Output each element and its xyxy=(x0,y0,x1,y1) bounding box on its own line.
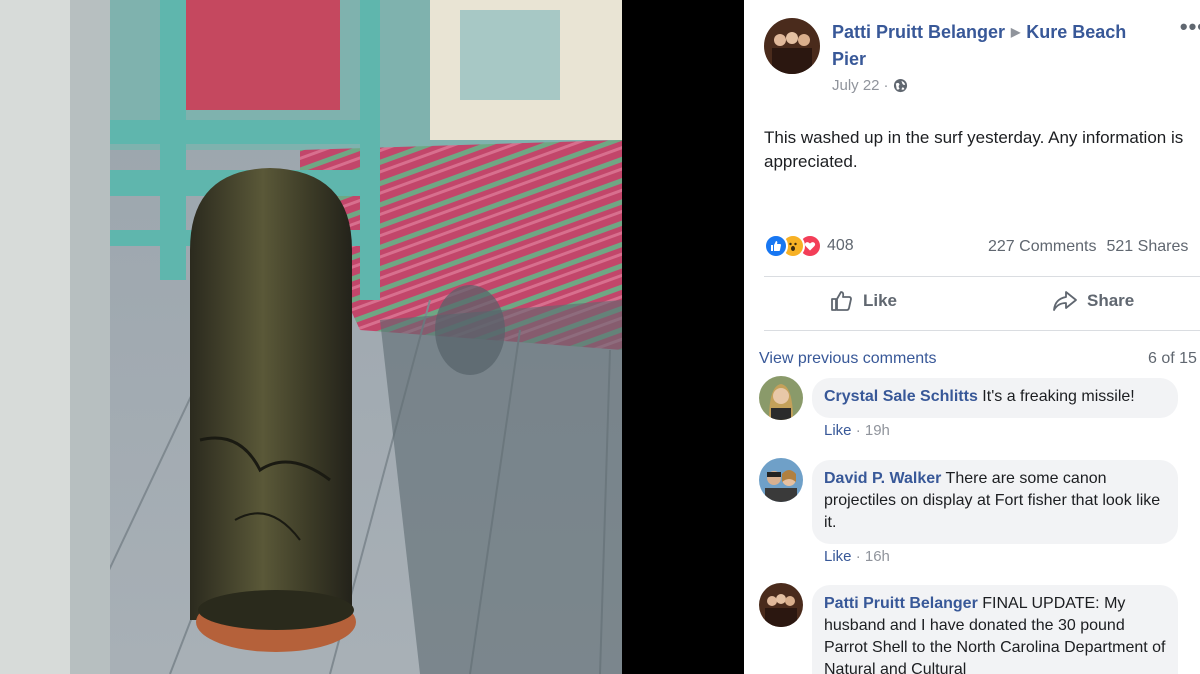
comment-like-link[interactable]: Like xyxy=(824,548,852,565)
comment-bubble: David P. Walker There are some canon pro… xyxy=(812,460,1178,544)
post-message: This washed up in the surf yesterday. An… xyxy=(764,128,1184,171)
post-meta: July 22 · xyxy=(832,77,908,94)
like-reaction-icon xyxy=(764,234,788,258)
more-options-icon[interactable]: ••• xyxy=(1180,14,1200,40)
comment-time[interactable]: 16h xyxy=(865,548,890,565)
author-avatar-image xyxy=(764,18,820,74)
comment-text: It's a freaking missile! xyxy=(982,388,1135,405)
thumbs-up-icon xyxy=(831,291,852,311)
comment-item: Patti Pruitt Belanger FINAL UPDATE: My h… xyxy=(759,583,1200,674)
commenter-name-link[interactable]: Crystal Sale Schlitts xyxy=(824,388,978,405)
like-button-label: Like xyxy=(863,291,898,310)
shell-photo-image xyxy=(0,0,622,674)
comment-like-link[interactable]: Like xyxy=(824,422,852,439)
meta-separator: · xyxy=(883,77,889,94)
divider xyxy=(764,330,1200,331)
reaction-count: 408 xyxy=(827,237,854,254)
comment-item: David P. Walker There are some canon pro… xyxy=(759,458,1200,568)
reactions-summary[interactable]: 408 xyxy=(764,234,854,258)
share-arrow-icon xyxy=(1053,291,1077,311)
commenter-name-link[interactable]: David P. Walker xyxy=(824,470,941,487)
divider xyxy=(764,276,1200,277)
post-header: Patti Pruitt Belanger ▶ Kure Beach Pier xyxy=(832,20,1162,72)
globe-icon[interactable] xyxy=(893,78,908,93)
author-name-link[interactable]: Patti Pruitt Belanger xyxy=(832,22,1005,42)
comment-time[interactable]: 19h xyxy=(865,422,890,439)
commenter-name-link[interactable]: Patti Pruitt Belanger xyxy=(824,595,978,612)
post-date-link[interactable]: July 22 xyxy=(832,77,880,94)
comment-meta: Like · 16h xyxy=(824,548,890,565)
share-button[interactable]: Share xyxy=(1052,290,1134,312)
comments-count-link[interactable]: 227 Comments xyxy=(988,238,1097,255)
like-button[interactable]: Like xyxy=(830,290,897,312)
shares-count-link[interactable]: 521 Shares xyxy=(1107,238,1189,255)
engagement-counts: 227 Comments 521 Shares xyxy=(988,238,1188,256)
triangle-right-icon: ▶ xyxy=(1011,25,1021,39)
comment-meta: Like · 19h xyxy=(824,422,890,439)
post-panel: Patti Pruitt Belanger ▶ Kure Beach Pier ••… xyxy=(744,0,1200,674)
view-previous-comments-link[interactable]: View previous comments xyxy=(759,350,937,368)
comment-item: Crystal Sale Schlitts It's a freaking mi… xyxy=(759,376,1200,444)
commenter-avatar[interactable] xyxy=(759,583,803,627)
author-avatar[interactable] xyxy=(764,18,820,74)
commenter-avatar[interactable] xyxy=(759,458,803,502)
share-button-label: Share xyxy=(1087,291,1135,310)
comment-bubble: Crystal Sale Schlitts It's a freaking mi… xyxy=(812,378,1178,418)
post-photo[interactable] xyxy=(0,0,622,674)
commenter-avatar[interactable] xyxy=(759,376,803,420)
photo-viewer-gutter xyxy=(622,0,744,674)
comments-shown-count: 6 of 15 xyxy=(1148,350,1197,367)
comment-bubble: Patti Pruitt Belanger FINAL UPDATE: My h… xyxy=(812,585,1178,674)
